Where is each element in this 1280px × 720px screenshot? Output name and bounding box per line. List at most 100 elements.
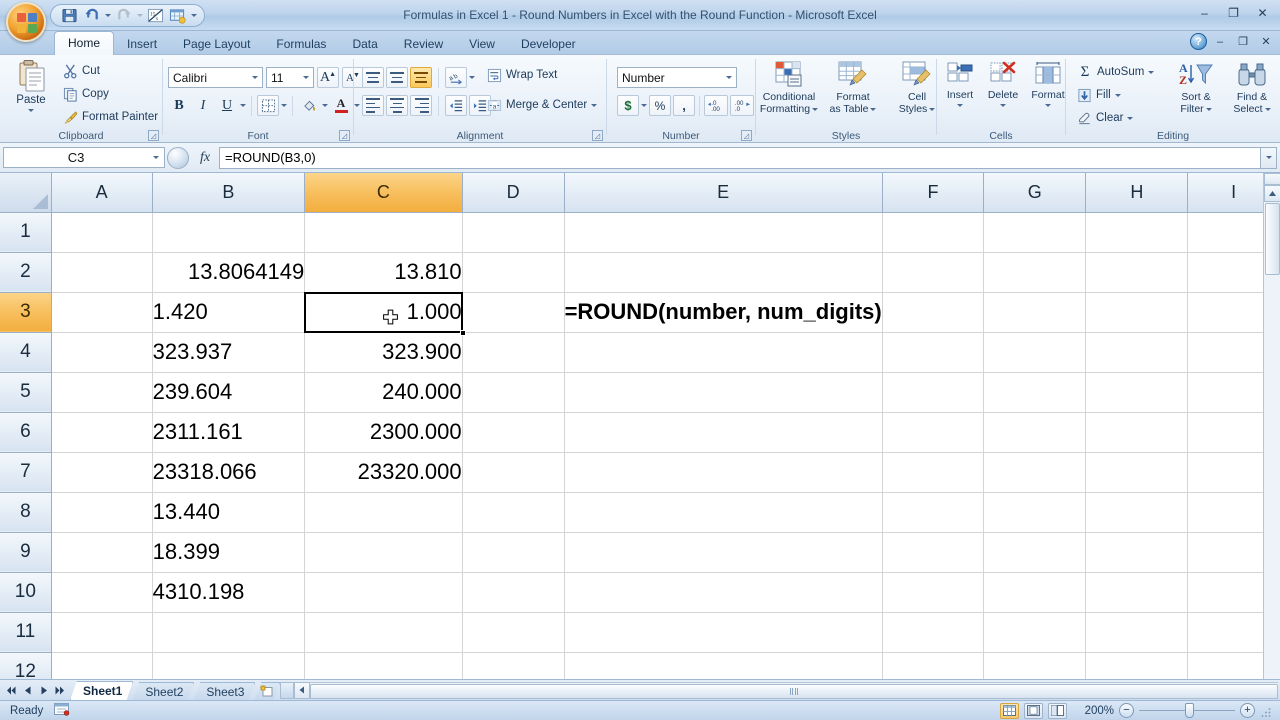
column-header-d[interactable]: D [462,173,565,213]
cell-h7[interactable] [1085,452,1189,493]
paste-button[interactable]: Paste [6,59,56,125]
cell-g7[interactable] [983,452,1087,493]
zoom-slider-thumb[interactable] [1185,703,1194,718]
cell-e1[interactable] [564,212,883,253]
workbook-close-button[interactable]: ✕ [1256,33,1276,50]
cell-f5[interactable] [882,372,985,413]
tab-page-layout[interactable]: Page Layout [170,33,263,55]
cell-a10[interactable] [51,572,153,613]
cell-h12[interactable] [1085,652,1189,679]
undo-icon[interactable] [81,6,102,25]
cell-d6[interactable] [462,412,565,453]
resize-grip-icon[interactable] [1260,705,1272,717]
cell-c12[interactable] [304,652,463,679]
decrease-indent-button[interactable] [445,95,467,116]
expand-formula-bar-button[interactable] [1260,146,1277,169]
cell-g3[interactable] [983,292,1087,333]
cell-d3[interactable] [462,292,565,333]
autosum-dropdown-icon[interactable] [1148,70,1155,74]
cell-d5[interactable] [462,372,565,413]
cell-a5[interactable] [51,372,153,413]
cell-a8[interactable] [51,492,153,533]
merge-center-button[interactable]: a Merge & Center [484,95,600,115]
underline-button[interactable]: U [216,95,238,116]
cell-a3[interactable] [51,292,153,333]
row-header-1[interactable]: 1 [0,212,52,253]
office-button[interactable] [6,2,46,42]
undo-dropdown-icon[interactable] [103,6,112,25]
horizontal-scroll-track[interactable] [310,681,1278,699]
zoom-out-button[interactable]: − [1119,703,1134,718]
delete-cells-dropdown-icon[interactable] [1000,103,1006,107]
align-top-button[interactable] [362,67,384,88]
cell-b7[interactable]: 23318.066 [152,452,306,493]
row-header-6[interactable]: 6 [0,412,52,453]
cut-button[interactable]: Cut [60,61,161,81]
sheet-tab-sheet1[interactable]: Sheet1 [70,681,133,701]
cell-h5[interactable] [1085,372,1189,413]
page-layout-view-button[interactable] [1024,702,1043,719]
sort-filter-dropdown-icon[interactable] [1205,107,1212,111]
align-left-button[interactable] [362,95,384,116]
cell-b1[interactable] [152,212,306,253]
cell-g9[interactable] [983,532,1087,573]
row-header-11[interactable]: 11 [0,612,52,653]
orientation-button[interactable]: a b [445,67,467,88]
row-header-2[interactable]: 2 [0,252,52,293]
cell-h1[interactable] [1085,212,1189,253]
find-select-button[interactable]: Find & Select [1226,61,1278,115]
cell-b10[interactable]: 4310.198 [152,572,306,613]
cell-c5[interactable]: 240.000 [304,372,463,413]
format-cells-button[interactable]: Format [1026,61,1070,107]
fill-color-button[interactable] [298,95,320,116]
row-header-5[interactable]: 5 [0,372,52,413]
cell-c7[interactable]: 23320.000 [304,452,463,493]
chevron-down-icon[interactable] [299,76,313,79]
cell-e5[interactable] [564,372,883,413]
tab-formulas[interactable]: Formulas [263,33,339,55]
currency-button[interactable]: $ [617,95,639,116]
chevron-down-icon[interactable] [248,76,262,79]
cell-d12[interactable] [462,652,565,679]
cell-f3[interactable] [882,292,985,333]
align-right-button[interactable] [410,95,432,116]
font-dialog-launcher[interactable]: ◿ [339,130,350,141]
cell-d8[interactable] [462,492,565,533]
page-break-view-button[interactable] [1048,702,1067,719]
conditional-formatting-dropdown-icon[interactable] [812,107,819,111]
column-header-g[interactable]: G [983,173,1087,213]
row-header-12[interactable]: 12 [0,652,52,679]
orientation-dropdown-icon[interactable] [469,76,475,79]
formula-bar-expand-handle[interactable] [165,146,191,170]
cell-d7[interactable] [462,452,565,493]
row-header-4[interactable]: 4 [0,332,52,373]
clear-button[interactable]: Clear [1074,108,1157,128]
row-header-3[interactable]: 3 [0,292,52,333]
clear-dropdown-icon[interactable] [1127,116,1134,120]
align-bottom-button[interactable] [410,67,432,88]
cell-f11[interactable] [882,612,985,653]
cell-e4[interactable] [564,332,883,373]
cell-g6[interactable] [983,412,1087,453]
cell-e6[interactable] [564,412,883,453]
tab-insert[interactable]: Insert [114,33,170,55]
column-header-b[interactable]: B [152,173,306,213]
cell-h11[interactable] [1085,612,1189,653]
close-button[interactable]: ✕ [1249,3,1276,22]
fill-button[interactable]: Fill [1074,85,1157,105]
cell-c2[interactable]: 13.810 [304,252,463,293]
cell-d9[interactable] [462,532,565,573]
fill-handle[interactable] [459,329,466,336]
row-header-7[interactable]: 7 [0,452,52,493]
cell-h9[interactable] [1085,532,1189,573]
cell-c1[interactable] [304,212,463,253]
underline-dropdown-icon[interactable] [240,104,246,107]
cell-b3[interactable]: 1.420 [152,292,306,333]
cell-a1[interactable] [51,212,153,253]
cell-f10[interactable] [882,572,985,613]
cell-a9[interactable] [51,532,153,573]
cell-a12[interactable] [51,652,153,679]
cell-a7[interactable] [51,452,153,493]
cell-h2[interactable] [1085,252,1189,293]
cell-d11[interactable] [462,612,565,653]
